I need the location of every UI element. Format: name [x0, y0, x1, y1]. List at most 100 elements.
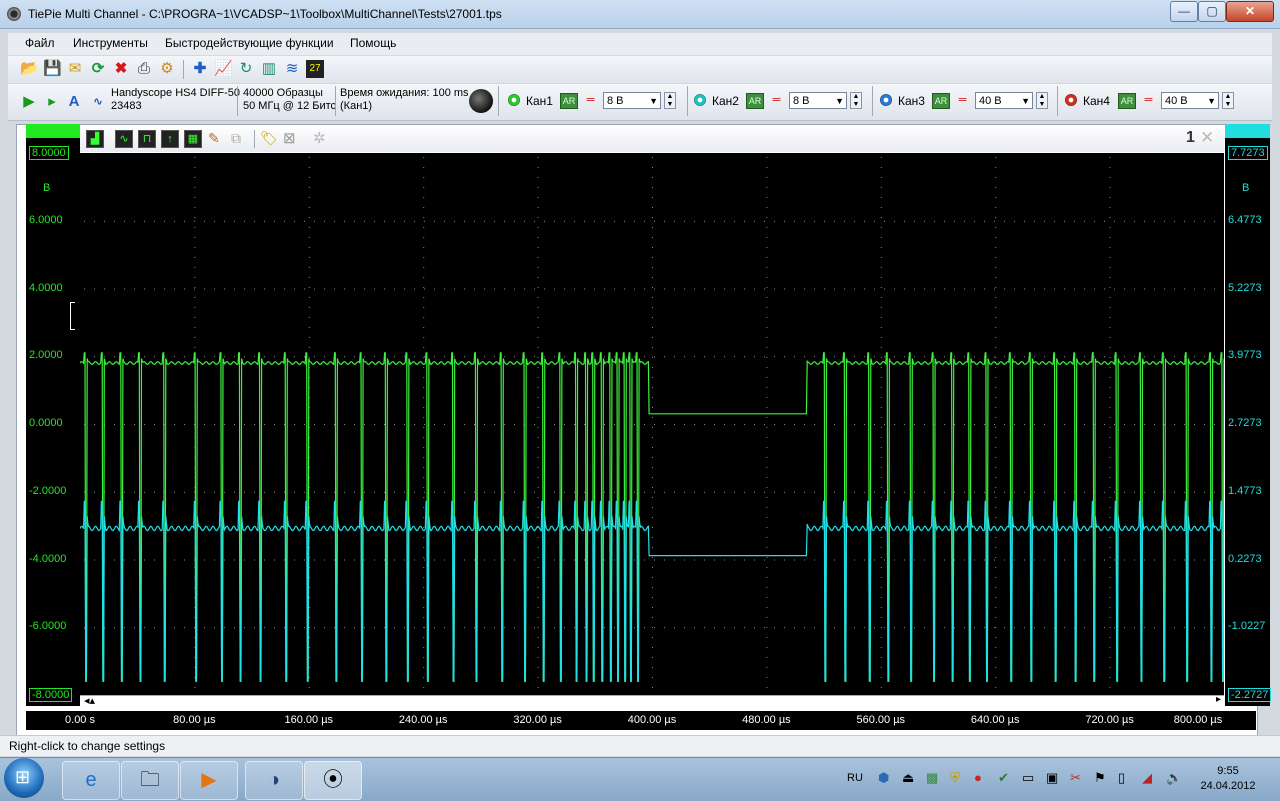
scope-zoom-icon[interactable]: ⧉	[231, 130, 241, 147]
tray-monitor-icon[interactable]: ▭	[1022, 770, 1034, 786]
channel1-icon[interactable]	[508, 94, 520, 106]
grid-dot	[766, 297, 768, 298]
language-indicator[interactable]: RU	[847, 772, 863, 784]
open-icon[interactable]: 📂	[20, 60, 39, 78]
channel2-offset-spinner[interactable]: ▲ ▼	[850, 92, 862, 109]
channel4-coupling-icon[interactable]: ═	[1140, 94, 1156, 106]
grid-dot	[904, 356, 905, 358]
close-button[interactable]: ✕	[1226, 1, 1274, 22]
channel1-coupling-icon[interactable]: ═	[582, 94, 598, 106]
left-y-axis[interactable]: 8.0000 6.0000 4.0000 2.0000 0.0000 -2.0000 -4.…	[26, 124, 80, 706]
media-player-icon[interactable]: ▶	[180, 761, 238, 800]
clock[interactable]: 9:55 24.04.2012	[1198, 764, 1258, 794]
mail-icon[interactable]: ✉	[66, 60, 84, 78]
channel1-range-select[interactable]: 8 В ▼	[603, 92, 661, 109]
scope-cursor-icon[interactable]: ✲	[313, 129, 326, 147]
samples-count[interactable]: 40000 Образцы	[243, 87, 323, 100]
start-icon[interactable]: ▶	[20, 93, 38, 111]
wave-icon[interactable]: ∿	[89, 93, 107, 111]
yt-graph-icon[interactable]: 📈	[214, 60, 233, 78]
grid-dot	[354, 424, 355, 425]
xy-graph-icon[interactable]: ↻	[237, 60, 255, 78]
tray-tools-icon[interactable]: ✂	[1070, 770, 1081, 786]
tray-volume-icon[interactable]: 🔈	[1166, 770, 1182, 786]
channel4-offset-spinner[interactable]: ▲ ▼	[1222, 92, 1234, 109]
right-y-axis[interactable]: 7.7273 6.4773 5.2273 3.9773 2.7273 1.4773 0.22…	[1225, 124, 1272, 706]
channel3-range-select[interactable]: 40 В ▼	[975, 92, 1033, 109]
start-button[interactable]: ⊞	[4, 758, 44, 798]
scope-plot[interactable]	[80, 153, 1224, 695]
scope-grid-icon[interactable]: ▦	[184, 130, 202, 148]
save-icon[interactable]: 💾	[43, 60, 62, 78]
wait-time[interactable]: Время ожидания: 100 ms	[340, 87, 469, 100]
menu-quick-functions[interactable]: Быстродействующие функции	[165, 36, 334, 50]
channel2-autorange-button[interactable]: AR	[746, 93, 764, 109]
tray-battery-icon[interactable]: ▯	[1118, 770, 1125, 786]
tray-update-icon[interactable]: ✔	[998, 770, 1009, 786]
vcads-icon[interactable]: ◑	[245, 761, 303, 800]
tray-usb-icon[interactable]: ⏏	[902, 770, 914, 786]
tray-flag-icon[interactable]: ⚑	[1094, 770, 1106, 786]
scope-delete-icon[interactable]: ⊠	[283, 129, 296, 147]
refresh-icon[interactable]: ⟳	[89, 60, 107, 78]
channel4-label[interactable]: Кан4	[1083, 94, 1110, 108]
channel4-icon[interactable]	[1065, 94, 1077, 106]
scope-yt-icon[interactable]: ∿	[115, 130, 133, 148]
scope-persistence-icon[interactable]: ⊓	[138, 130, 156, 148]
trigger-knob-icon[interactable]	[469, 89, 493, 113]
channel3-autorange-button[interactable]: AR	[932, 93, 950, 109]
channel1-label[interactable]: Кан1	[526, 94, 553, 108]
menu-tools[interactable]: Инструменты	[73, 36, 148, 50]
scope-trigger-icon[interactable]: ↑	[161, 130, 179, 148]
tray-shield-icon[interactable]: ⛨	[950, 770, 960, 786]
scope-pen-icon[interactable]: ✎	[208, 130, 220, 147]
scroll-left-icon[interactable]: ◂▴	[84, 694, 95, 707]
maximize-button[interactable]: ▢	[1198, 1, 1226, 22]
channel3-offset-spinner[interactable]: ▲ ▼	[1036, 92, 1048, 109]
channel2-label[interactable]: Кан2	[712, 94, 739, 108]
auto-setup-icon[interactable]: A	[65, 93, 83, 111]
print-icon[interactable]: ⎙	[135, 60, 153, 78]
close-icon[interactable]: ✕	[1200, 128, 1214, 148]
menu-file[interactable]: Файл	[25, 36, 55, 50]
internet-explorer-icon[interactable]: e	[62, 761, 120, 800]
sample-rate[interactable]: 50 МГц @ 12 Битс	[243, 100, 336, 113]
scope-label-icon[interactable]: 🏷	[260, 130, 278, 147]
scope-type-icon[interactable]: ▟	[86, 130, 104, 148]
tray-security-icon[interactable]: ●	[974, 770, 982, 785]
fft-graph-icon[interactable]: ▥	[260, 60, 278, 78]
channel2-coupling-icon[interactable]: ═	[768, 94, 784, 106]
grid-dot	[423, 247, 425, 248]
display-icon[interactable]: 27	[306, 60, 324, 78]
settings-gear-icon[interactable]: ⚙	[158, 60, 176, 78]
right-axis-tick-label[interactable]: 7.7273	[1228, 146, 1268, 160]
time-scrollbar[interactable]: ◂▴ ▸	[80, 694, 1224, 709]
meter-icon[interactable]: ≋	[283, 60, 301, 78]
channel3-coupling-icon[interactable]: ═	[954, 94, 970, 106]
channel3-icon[interactable]	[880, 94, 892, 106]
x-axis[interactable]: 0.00 s 80.00 µs 160.00 µs 240.00 µs 320.00 µ…	[26, 711, 1256, 730]
add-icon[interactable]: ✚	[191, 60, 209, 78]
channel4-autorange-button[interactable]: AR	[1118, 93, 1136, 109]
menu-help[interactable]: Помощь	[350, 36, 396, 50]
tiepie-taskbar-icon[interactable]: ⦿	[304, 761, 362, 800]
explorer-icon[interactable]: 🗀	[121, 761, 179, 800]
channel1-autorange-button[interactable]: AR	[560, 93, 578, 109]
tray-app-icon[interactable]: ▩	[926, 770, 938, 786]
tray-wifi-icon[interactable]: ◢	[1142, 770, 1152, 786]
channel1-offset-spinner[interactable]: ▲ ▼	[664, 92, 676, 109]
single-shot-icon[interactable]: ▸	[43, 93, 61, 111]
channel2-range-select[interactable]: 8 В ▼	[789, 92, 847, 109]
channel3-label[interactable]: Кан3	[898, 94, 925, 108]
right-axis-tick-label[interactable]: -2.2727	[1228, 688, 1272, 702]
scroll-right-icon[interactable]: ▸	[1216, 694, 1221, 705]
left-axis-tick-label[interactable]: -8.0000	[29, 688, 73, 702]
left-axis-tick-label[interactable]: 8.0000	[29, 146, 69, 160]
trigger-level-marker[interactable]	[70, 302, 75, 330]
tray-display-icon[interactable]: ▣	[1046, 770, 1058, 786]
tray-network-icon[interactable]: ⬢	[878, 770, 889, 786]
delete-icon[interactable]: ✖	[112, 60, 130, 78]
minimize-button[interactable]: —	[1170, 1, 1198, 22]
channel4-range-select[interactable]: 40 В ▼	[1161, 92, 1219, 109]
channel2-icon[interactable]	[694, 94, 706, 106]
